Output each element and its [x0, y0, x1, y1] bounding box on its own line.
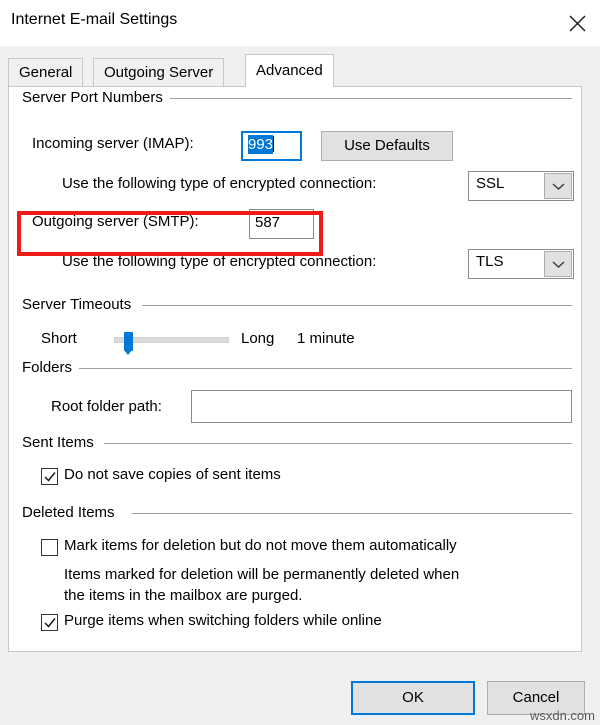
outgoing-server-label: Outgoing server (SMTP): [32, 213, 199, 230]
group-label-folders: Folders [22, 359, 79, 376]
deleted-items-note-line2: the items in the mailbox are purged. [64, 587, 302, 604]
close-icon [569, 15, 586, 32]
tab-advanced[interactable]: Advanced [245, 54, 334, 87]
do-not-save-copies-checkbox[interactable] [41, 468, 58, 485]
use-defaults-button[interactable]: Use Defaults [321, 131, 453, 161]
window-title: Internet E-mail Settings [11, 11, 177, 29]
incoming-encryption-dropdown[interactable]: SSL [468, 171, 574, 201]
do-not-save-copies-label: Do not save copies of sent items [64, 466, 281, 483]
outgoing-encryption-value: TLS [476, 253, 504, 270]
chevron-down-icon[interactable] [544, 173, 572, 199]
group-rule-deleted-items [132, 513, 572, 514]
purge-items-label: Purge items when switching folders while… [64, 612, 382, 629]
outgoing-encryption-label: Use the following type of encrypted conn… [62, 253, 376, 270]
chevron-down-icon[interactable] [544, 251, 572, 277]
deleted-items-note-line1: Items marked for deletion will be perman… [64, 566, 459, 583]
group-label-server-timeouts: Server Timeouts [22, 296, 138, 313]
group-rule-server-port-numbers [169, 98, 572, 99]
incoming-encryption-value: SSL [476, 175, 504, 192]
outgoing-server-port-value: 587 [255, 214, 280, 231]
incoming-server-port-input[interactable]: 993 [241, 131, 302, 161]
root-folder-path-input[interactable] [191, 390, 572, 423]
timeout-long-label: Long [241, 330, 274, 347]
server-timeout-slider[interactable] [114, 337, 229, 343]
watermark: wsxdn.com [530, 708, 595, 723]
outgoing-encryption-dropdown[interactable]: TLS [468, 249, 574, 279]
outgoing-server-port-input[interactable]: 587 [249, 209, 314, 239]
mark-items-for-deletion-label: Mark items for deletion but do not move … [64, 537, 457, 554]
timeout-value-label: 1 minute [297, 330, 355, 347]
root-folder-path-label: Root folder path: [51, 398, 162, 415]
close-button[interactable] [554, 0, 600, 46]
group-label-sent-items: Sent Items [22, 434, 101, 451]
incoming-server-label: Incoming server (IMAP): [32, 135, 194, 152]
incoming-server-port-value: 993 [248, 135, 273, 154]
timeout-short-label: Short [41, 330, 77, 347]
text-caret [273, 136, 274, 152]
advanced-tab-panel: Server Port Numbers Incoming server (IMA… [8, 86, 582, 652]
title-bar: Internet E-mail Settings [0, 0, 600, 46]
purge-items-checkbox[interactable] [41, 614, 58, 631]
tab-outgoing-server[interactable]: Outgoing Server [93, 58, 224, 87]
group-label-deleted-items: Deleted Items [22, 504, 122, 521]
group-rule-server-timeouts [142, 305, 572, 306]
slider-thumb[interactable] [124, 332, 133, 351]
group-label-server-port-numbers: Server Port Numbers [22, 89, 170, 106]
mark-items-for-deletion-checkbox[interactable] [41, 539, 58, 556]
group-rule-folders [79, 368, 572, 369]
ok-button[interactable]: OK [351, 681, 475, 715]
tab-strip: General Outgoing Server Advanced [0, 46, 600, 87]
tab-general[interactable]: General [8, 58, 83, 87]
group-rule-sent-items [104, 443, 572, 444]
incoming-encryption-label: Use the following type of encrypted conn… [62, 175, 376, 192]
